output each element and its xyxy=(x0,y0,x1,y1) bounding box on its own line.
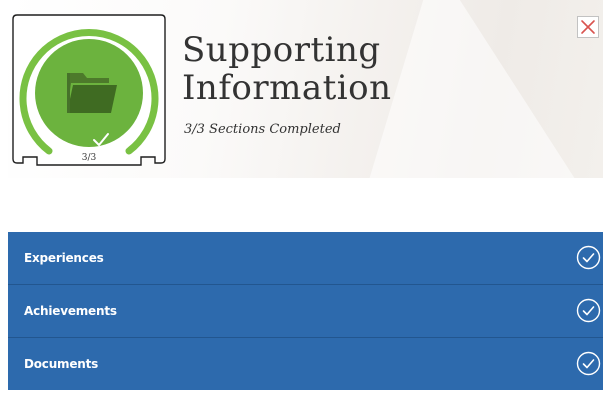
sections-completed-status: 3/3 Sections Completed xyxy=(184,122,341,137)
badge-count: 3/3 xyxy=(81,153,97,163)
section-row-experiences[interactable]: Experiences xyxy=(8,232,603,285)
section-label: Experiences xyxy=(24,251,104,265)
title-line-1: Supporting xyxy=(182,30,381,70)
sections-list: Experiences Achievements Documents xyxy=(8,232,603,390)
supporting-information-page: 3/3 Supporting Information 3/3 Sections … xyxy=(0,0,603,396)
check-circle-icon xyxy=(576,298,601,323)
close-icon xyxy=(581,20,595,34)
section-row-achievements[interactable]: Achievements xyxy=(8,285,603,338)
section-label: Achievements xyxy=(24,304,117,318)
section-label: Documents xyxy=(24,357,99,371)
check-circle-icon xyxy=(576,245,601,270)
section-row-documents[interactable]: Documents xyxy=(8,338,603,390)
badge-graphic xyxy=(12,14,166,166)
title-line-2: Information xyxy=(182,68,392,108)
page-title: Supporting Information xyxy=(182,31,392,107)
header-banner: 3/3 Supporting Information 3/3 Sections … xyxy=(8,0,603,178)
check-circle-icon xyxy=(576,351,601,376)
progress-badge: 3/3 xyxy=(11,13,167,169)
close-button[interactable] xyxy=(577,16,599,38)
